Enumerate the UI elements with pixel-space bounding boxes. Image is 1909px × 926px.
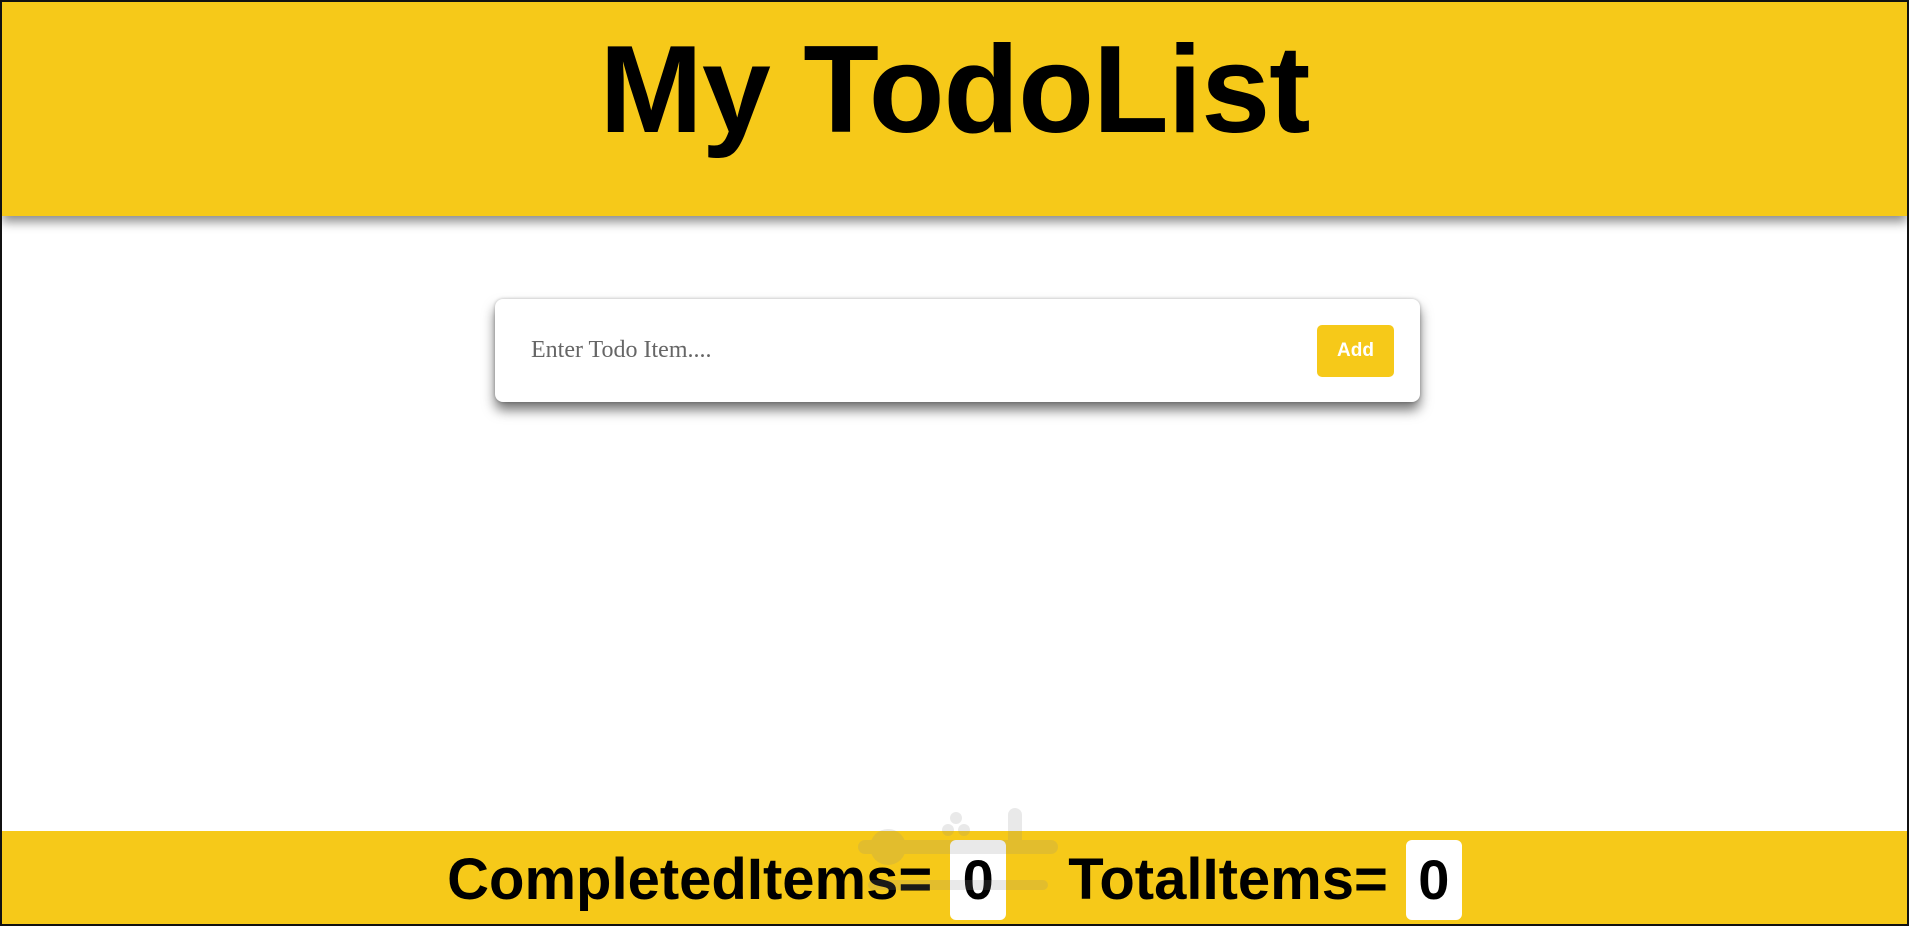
add-button[interactable]: Add [1317,324,1394,377]
total-items-stat: TotalItems= 0 [1068,839,1462,920]
total-items-label: TotalItems= [1068,847,1388,912]
todo-input-card: Add [495,299,1420,402]
completed-items-count: 0 [950,839,1007,920]
page-title: My TodoList [599,21,1311,159]
completed-items-label: CompletedItems= [447,847,933,912]
header-bar: My TodoList [2,2,1907,216]
completed-items-stat: CompletedItems= 0 [447,839,1007,920]
todo-input[interactable] [531,330,1317,371]
app-window: My TodoList Add CompletedItems= 0 TotalI… [0,0,1909,926]
footer-bar: CompletedItems= 0 TotalItems= 0 [2,831,1907,924]
total-items-count: 0 [1405,839,1462,920]
